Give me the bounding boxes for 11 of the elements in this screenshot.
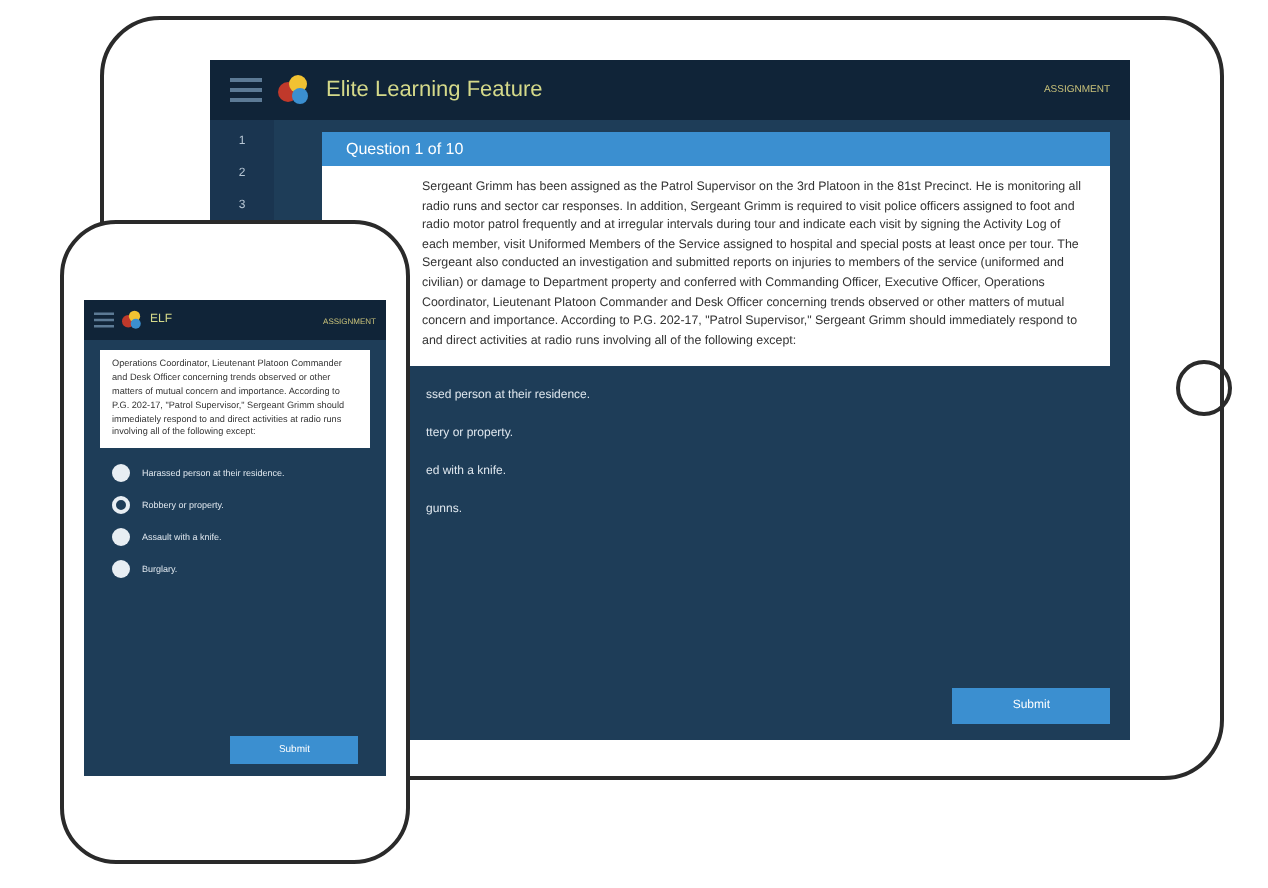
radio-button[interactable] (112, 528, 130, 547)
app-title: Elite Learning Feature (326, 78, 545, 102)
menu-icon[interactable] (230, 78, 262, 102)
radio-button[interactable] (112, 496, 130, 515)
logo-icon (122, 310, 142, 330)
question-title: Question 1 of 10 (322, 132, 1110, 166)
menu-icon[interactable] (94, 312, 114, 328)
radio-button[interactable] (112, 560, 130, 579)
radio-button[interactable] (112, 464, 130, 483)
home-button[interactable] (1176, 360, 1232, 416)
logo-icon (278, 74, 310, 106)
